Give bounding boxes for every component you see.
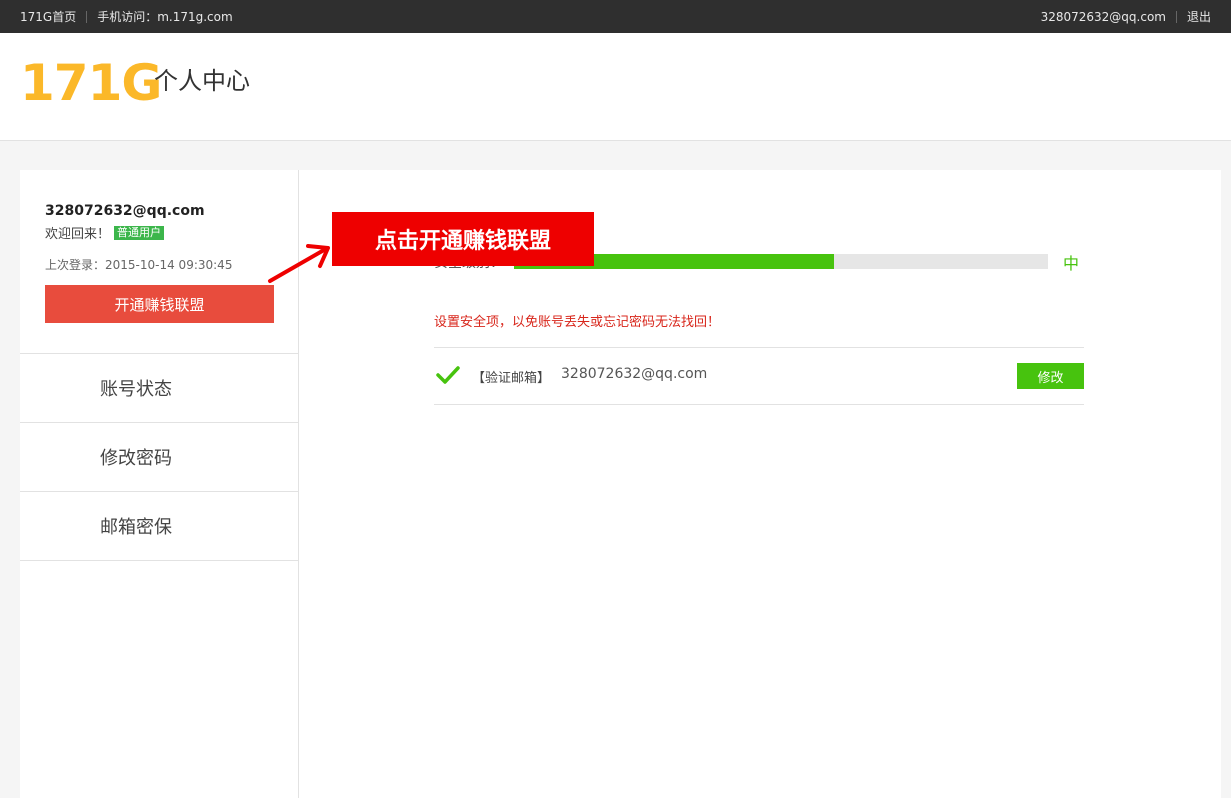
user-level-badge: 普通用户 [114,225,165,240]
site-logo[interactable]: 171G [20,53,162,113]
user-info: 328072632@qq.com 欢迎回来！ 普通用户 上次登录：2015-10… [45,202,285,273]
user-email: 328072632@qq.com [45,203,205,219]
edit-email-button[interactable]: 修改 [1017,363,1084,389]
security-level-value: 中 [1063,254,1080,273]
email-verify-label: 【验证邮箱】 [472,371,551,386]
sidebar-item-account-status[interactable]: 账号状态 [20,354,298,423]
mobile-link[interactable]: 手机访问：m.171g.com [97,8,232,25]
arrow-icon [268,244,330,283]
page-header: 171G 个人中心 [0,33,1231,141]
divider [86,10,88,23]
check-icon [436,366,460,384]
sidebar-nav: 账号状态 修改密码 邮箱密保 [20,353,298,561]
top-bar-left: 171G首页 手机访问：m.171g.com [20,0,233,33]
last-login: 上次登录：2015-10-14 09:30:45 [45,258,233,272]
security-warning: 设置安全项，以免账号丢失或忘记密码无法找回！ [434,315,721,330]
email-verify-row: 【验证邮箱】 328072632@qq.com 修改 [434,347,1084,405]
logout-link[interactable]: 退出 [1187,8,1211,25]
join-alliance-button[interactable]: 开通赚钱联盟 [45,285,274,323]
home-link[interactable]: 171G首页 [20,8,76,25]
security-progress-bar [514,254,1048,269]
verified-email: 328072632@qq.com [561,366,708,382]
sidebar: 328072632@qq.com 欢迎回来！ 普通用户 上次登录：2015-10… [20,170,299,798]
sidebar-item-email-security[interactable]: 邮箱密保 [20,492,298,561]
divider [1175,10,1177,23]
account-link[interactable]: 328072632@qq.com [1041,10,1166,24]
top-bar-right: 328072632@qq.com 退出 [1041,0,1211,33]
join-alliance-callout: 点击开通赚钱联盟 [332,212,594,266]
top-bar: 171G首页 手机访问：m.171g.com 328072632@qq.com … [0,0,1231,33]
welcome-line: 欢迎回来！ 普通用户 [45,223,285,242]
page-title: 个人中心 [154,67,250,95]
welcome-text: 欢迎回来！ [45,227,111,242]
sidebar-item-change-password[interactable]: 修改密码 [20,423,298,492]
